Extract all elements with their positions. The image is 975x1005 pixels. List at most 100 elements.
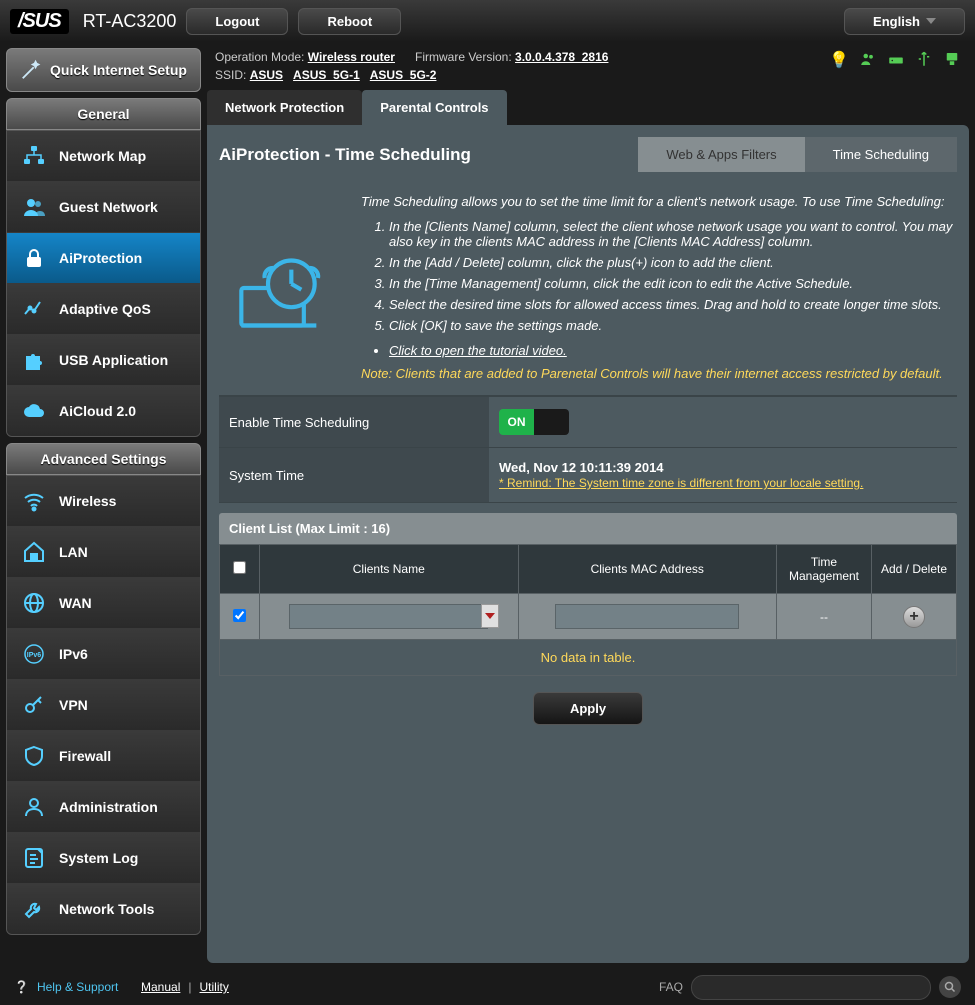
col-clients-mac: Clients MAC Address — [518, 545, 777, 594]
sidebar-item-network-map[interactable]: Network Map — [7, 131, 200, 182]
sidebar-item-label: Network Map — [59, 148, 146, 164]
status-bar: Operation Mode: Wireless router Firmware… — [207, 48, 969, 84]
client-list-header: Client List (Max Limit : 16) — [219, 513, 957, 544]
sidebar-item-label: LAN — [59, 544, 88, 560]
col-clients-name: Clients Name — [260, 545, 519, 594]
log-icon — [21, 845, 47, 871]
sidebar-item-ipv6[interactable]: IPv6 IPv6 — [7, 629, 200, 680]
sidebar-item-vpn[interactable]: VPN — [7, 680, 200, 731]
brand-logo: /SUS — [10, 9, 69, 34]
sidebar-item-wireless[interactable]: Wireless — [7, 476, 200, 527]
model-name: RT-AC3200 — [83, 11, 177, 32]
subtab-time-scheduling[interactable]: Time Scheduling — [805, 137, 957, 172]
fw-label: Firmware Version: — [415, 50, 515, 64]
main-panel: AiProtection - Time Scheduling Web & App… — [207, 125, 969, 963]
reboot-button[interactable]: Reboot — [298, 8, 401, 35]
quick-internet-setup-button[interactable]: Quick Internet Setup — [6, 48, 201, 92]
sidebar-item-label: AiCloud 2.0 — [59, 403, 136, 419]
sidebar-item-label: IPv6 — [59, 646, 88, 662]
sidebar-item-lan[interactable]: LAN — [7, 527, 200, 578]
sidebar-item-guest-network[interactable]: Guest Network — [7, 182, 200, 233]
no-data-message: No data in table. — [219, 640, 957, 676]
time-management-cell: -- — [777, 594, 872, 640]
step-text: In the [Time Management] column, click t… — [389, 276, 953, 291]
faq-search-input[interactable] — [691, 975, 931, 1000]
guest-icon — [21, 194, 47, 220]
client-name-dropdown-button[interactable] — [481, 604, 499, 628]
system-time-value: Wed, Nov 12 10:11:39 2014 — [499, 460, 947, 475]
bulb-icon[interactable]: 💡 — [829, 50, 849, 73]
language-select[interactable]: English — [844, 8, 965, 35]
chevron-down-icon — [926, 18, 936, 24]
page-title: AiProtection - Time Scheduling — [219, 145, 471, 165]
sidebar-item-adaptive-qos[interactable]: Adaptive QoS — [7, 284, 200, 335]
sidebar-item-label: Firewall — [59, 748, 111, 764]
select-all-checkbox[interactable] — [233, 561, 246, 574]
step-text: In the [Clients Name] column, select the… — [389, 219, 953, 249]
lock-icon — [21, 245, 47, 271]
sidebar: Quick Internet Setup General Network Map… — [6, 48, 201, 963]
description-text: Time Scheduling allows you to set the ti… — [361, 194, 953, 381]
sidebar-item-label: Administration — [59, 799, 158, 815]
faq-label: FAQ — [659, 980, 683, 994]
fw-link[interactable]: 3.0.0.4.378_2816 — [515, 50, 608, 64]
wand-icon — [20, 59, 42, 81]
sidebar-item-network-tools[interactable]: Network Tools — [7, 884, 200, 934]
faq-search-button[interactable] — [939, 976, 961, 998]
ssid-label: SSID: — [215, 68, 250, 82]
add-client-button[interactable]: + — [903, 606, 925, 628]
op-mode-link[interactable]: Wireless router — [308, 50, 395, 64]
ssid-link-1[interactable]: ASUS — [250, 68, 283, 82]
clock-illustration-icon — [223, 194, 343, 381]
sidebar-item-aicloud[interactable]: AiCloud 2.0 — [7, 386, 200, 436]
footer-bar: ❔ Help & Support Manual | Utility FAQ — [0, 969, 975, 1005]
qis-label: Quick Internet Setup — [50, 62, 187, 78]
key-icon — [21, 692, 47, 718]
enable-time-scheduling-toggle[interactable]: ON — [499, 409, 569, 435]
step-text: Select the desired time slots for allowe… — [389, 297, 953, 312]
subtab-web-apps-filters[interactable]: Web & Apps Filters — [638, 137, 804, 172]
sidebar-item-aiprotection[interactable]: AiProtection — [7, 233, 200, 284]
sidebar-item-label: System Log — [59, 850, 138, 866]
usb-status-icon[interactable] — [915, 50, 933, 73]
timezone-remind-link[interactable]: * Remind: The System time zone is differ… — [499, 476, 863, 490]
utility-link[interactable]: Utility — [200, 980, 229, 994]
apply-button[interactable]: Apply — [533, 692, 643, 725]
cloud-icon — [21, 398, 47, 424]
device-status-icon[interactable] — [943, 50, 961, 73]
sidebar-item-label: USB Application — [59, 352, 168, 368]
logout-button[interactable]: Logout — [186, 8, 288, 35]
general-menu: Network Map Guest Network AiProtection A… — [6, 130, 201, 437]
sidebar-item-system-log[interactable]: System Log — [7, 833, 200, 884]
client-mac-input[interactable] — [555, 604, 739, 629]
ssid-link-2[interactable]: ASUS_5G-1 — [293, 68, 360, 82]
home-icon — [21, 539, 47, 565]
help-support-label: Help & Support — [37, 980, 118, 994]
general-header: General — [6, 98, 201, 130]
sidebar-item-administration[interactable]: Administration — [7, 782, 200, 833]
advanced-menu: Wireless LAN WAN IPv6 IPv6 — [6, 475, 201, 935]
row-checkbox[interactable] — [233, 609, 246, 622]
ssid-link-3[interactable]: ASUS_5G-2 — [370, 68, 437, 82]
wifi-icon — [21, 488, 47, 514]
tools-icon — [21, 896, 47, 922]
client-name-input[interactable] — [289, 604, 488, 629]
note-text: Note: Clients that are added to Pareneta… — [361, 366, 953, 381]
sidebar-item-label: Guest Network — [59, 199, 158, 215]
users-status-icon[interactable] — [859, 50, 877, 73]
sidebar-item-label: VPN — [59, 697, 88, 713]
router-status-icon[interactable] — [887, 50, 905, 73]
client-table: Clients Name Clients MAC Address Time Ma… — [219, 544, 957, 640]
enable-time-scheduling-label: Enable Time Scheduling — [219, 397, 489, 448]
manual-link[interactable]: Manual — [141, 980, 180, 994]
tab-network-protection[interactable]: Network Protection — [207, 90, 362, 125]
sidebar-item-usb-application[interactable]: USB Application — [7, 335, 200, 386]
sidebar-item-wan[interactable]: WAN — [7, 578, 200, 629]
op-mode-label: Operation Mode: — [215, 50, 308, 64]
system-time-label: System Time — [219, 448, 489, 503]
puzzle-icon — [21, 347, 47, 373]
tutorial-link[interactable]: Click to open the tutorial video. — [389, 343, 567, 358]
tab-parental-controls[interactable]: Parental Controls — [362, 90, 506, 125]
sidebar-item-firewall[interactable]: Firewall — [7, 731, 200, 782]
help-icon: ❔ — [14, 980, 29, 994]
